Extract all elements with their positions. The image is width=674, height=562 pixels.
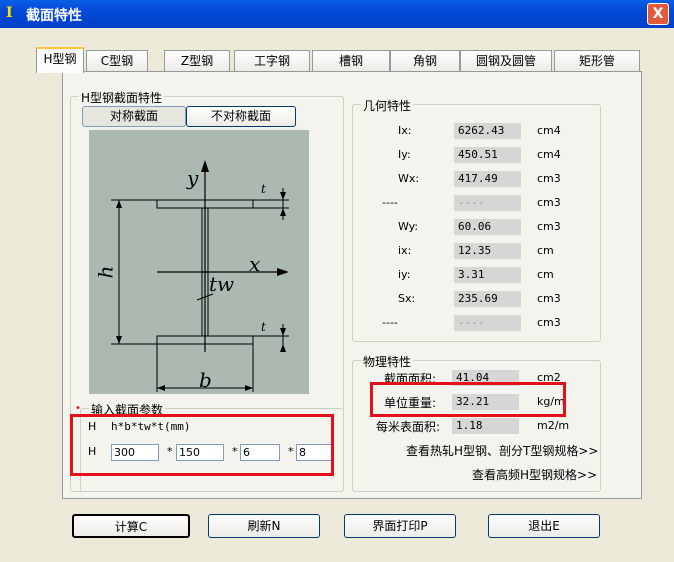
geom-label: iy: — [398, 268, 411, 281]
symmetric-button[interactable]: 对称截面 — [82, 106, 186, 127]
surface-value: 1.18 — [452, 418, 519, 434]
highlight-weight-box — [370, 382, 566, 417]
tab-z-steel[interactable]: Z型钢 — [164, 50, 230, 71]
bullet-icon: • — [75, 403, 81, 414]
geom-label: Wy: — [398, 220, 419, 233]
tab-c-steel[interactable]: C型钢 — [86, 50, 148, 71]
title-bar: I 截面特性 X — [0, 0, 674, 28]
geom-unit: cm — [537, 244, 554, 257]
geom-unit: cm3 — [537, 172, 561, 185]
geom-label: Wx: — [398, 172, 420, 185]
print-button[interactable]: 界面打印P — [344, 514, 456, 538]
geom-unit: cm3 — [537, 316, 561, 329]
geom-unit: cm3 — [537, 220, 561, 233]
physical-title: 物理特性 — [361, 353, 414, 370]
geom-value: 235.69 — [454, 291, 521, 307]
highlight-input-box — [70, 414, 334, 476]
t-dim-label-bottom: t — [261, 320, 266, 334]
refresh-button[interactable]: 刷新N — [208, 514, 320, 538]
tab-round-tube[interactable]: 圆钢及圆管 — [460, 50, 552, 71]
geom-value: ---- — [454, 195, 521, 211]
geom-unit: cm4 — [537, 148, 561, 161]
geom-unit: cm3 — [537, 292, 561, 305]
section-drawing: y x h tw b t t — [89, 130, 309, 394]
tab-channel[interactable]: 槽钢 — [312, 50, 390, 71]
h-beam-diagram — [111, 160, 289, 392]
geom-value: 417.49 — [454, 171, 521, 187]
geom-label: ---- — [382, 316, 398, 329]
t-dim-label-top: t — [261, 182, 266, 196]
geom-value: ---- — [454, 315, 521, 331]
geom-label: ix: — [398, 244, 412, 257]
close-button[interactable]: X — [647, 3, 669, 25]
asymmetric-button[interactable]: 不对称截面 — [186, 106, 296, 127]
geom-label: Sx: — [398, 292, 416, 305]
tw-dim-label: tw — [209, 272, 235, 296]
geom-value: 450.51 — [454, 147, 521, 163]
y-axis-label: y — [187, 166, 199, 190]
exit-button[interactable]: 退出E — [488, 514, 600, 538]
geom-label: Iy: — [398, 148, 411, 161]
geom-value: 6262.43 — [454, 123, 521, 139]
geom-label: Ix: — [398, 124, 412, 137]
x-axis-label: x — [249, 252, 261, 276]
surface-label: 每米表面积: — [376, 420, 441, 434]
calculate-button[interactable]: 计算C — [72, 514, 190, 538]
hot-rolled-spec-link[interactable]: 查看热轧H型钢、剖分T型钢规格>> — [406, 442, 598, 459]
tab-h-steel[interactable]: H型钢 — [36, 47, 84, 73]
geom-label: ---- — [382, 196, 398, 209]
window-title: 截面特性 — [26, 8, 82, 24]
tab-rect-tube[interactable]: 矩形管 — [554, 50, 640, 71]
geom-unit: cm — [537, 268, 554, 281]
b-dim-label: b — [199, 368, 212, 392]
surface-unit: m2/m — [537, 419, 570, 432]
hf-spec-link[interactable]: 查看高频H型钢规格>> — [472, 466, 597, 483]
app-icon: I — [6, 5, 13, 21]
geom-unit: cm4 — [537, 124, 561, 137]
geom-value: 12.35 — [454, 243, 521, 259]
tab-i-beam[interactable]: 工字钢 — [234, 50, 310, 71]
geometry-title: 几何特性 — [361, 97, 414, 114]
h-section-group-title: H型钢截面特性 — [79, 89, 165, 106]
h-dim-label: h — [93, 265, 118, 279]
geom-value: 60.06 — [454, 219, 521, 235]
geom-value: 3.31 — [454, 267, 521, 283]
geom-unit: cm3 — [537, 196, 561, 209]
tab-angle[interactable]: 角钢 — [390, 50, 460, 71]
